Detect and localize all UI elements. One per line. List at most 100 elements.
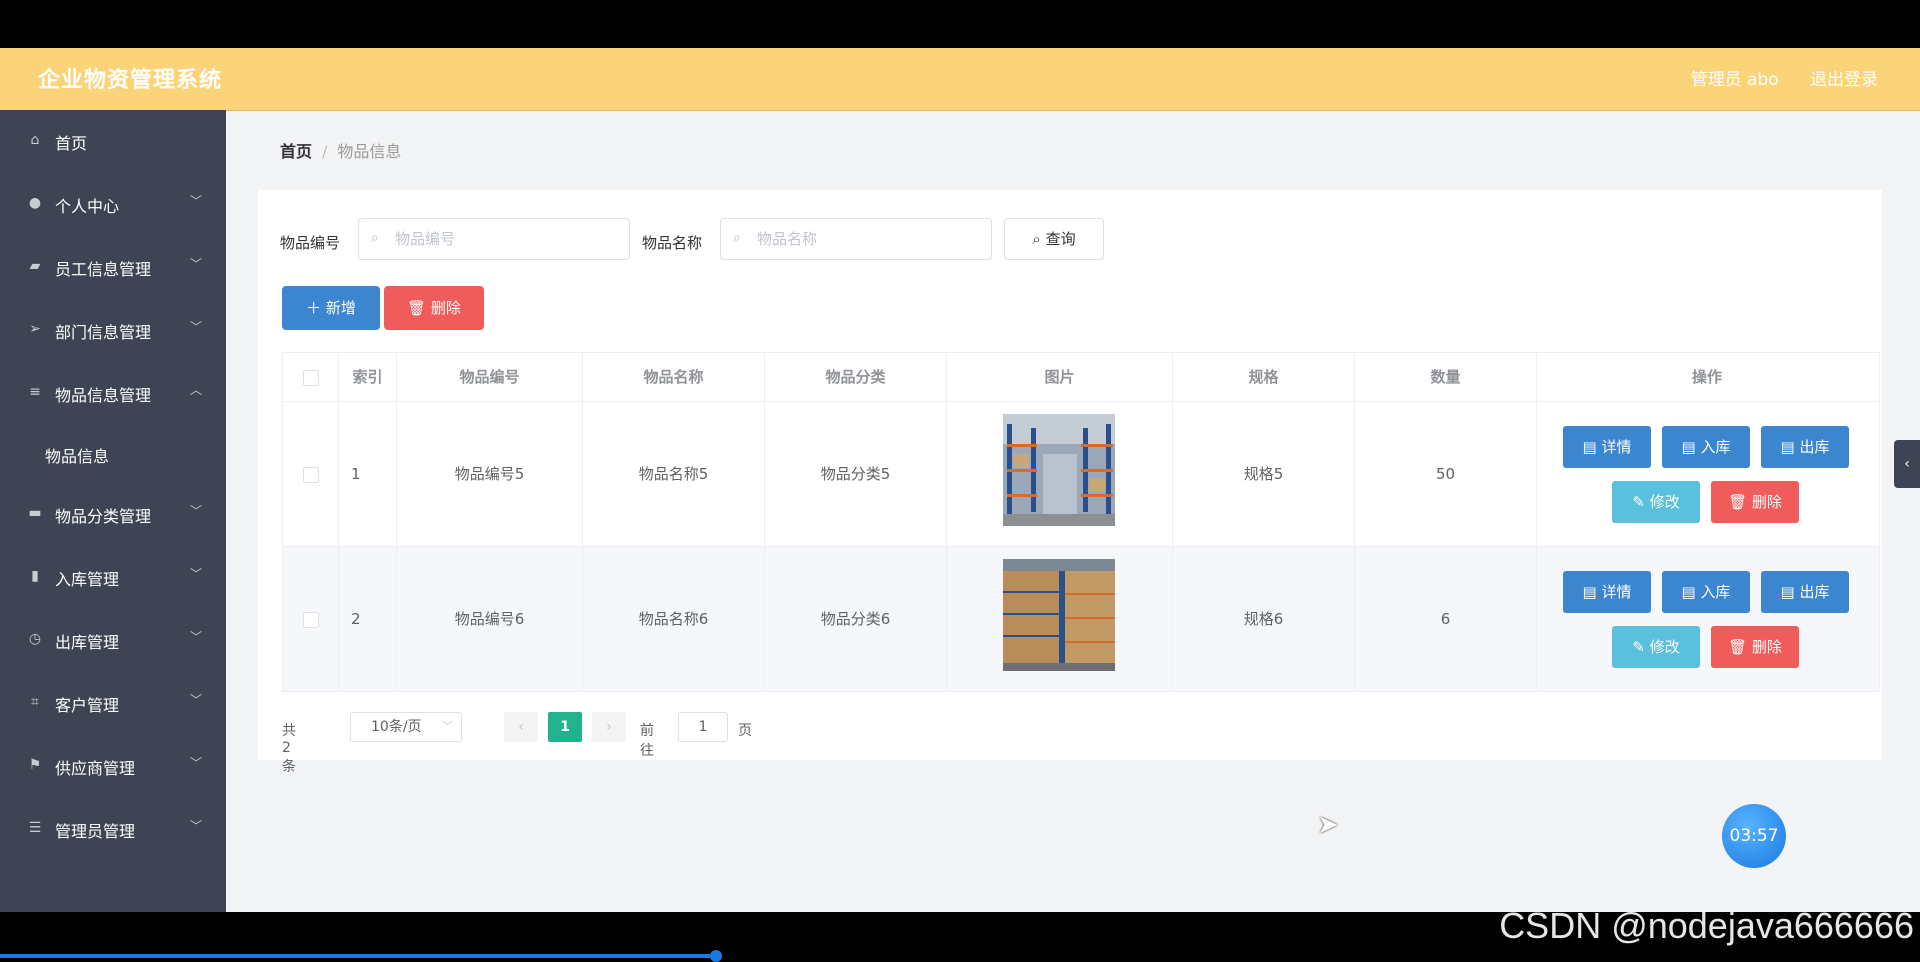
chevron-left-icon: ‹ <box>518 719 524 735</box>
list-icon: ≡ <box>29 384 41 400</box>
row-actions: ▤ 详情 ▤ 入库 ▤ 出库 ✎ 修改 🗑 删除 <box>1537 547 1877 691</box>
code-search-field[interactable]: ⌕ <box>358 218 630 260</box>
table-row: 1 物品编号5 物品名称5 物品分类5 规格5 50 ▤ 详情 ▤ 入库 ▤ 出… <box>283 402 1879 547</box>
column-header: 操作 <box>1691 368 1722 386</box>
row-checkbox[interactable] <box>302 611 319 628</box>
query-button[interactable]: ⌕ 查询 <box>1004 218 1104 260</box>
image-cell <box>947 547 1173 691</box>
page-number-current[interactable]: 1 <box>548 712 582 742</box>
detail-button[interactable]: ▤ 详情 <box>1563 571 1651 613</box>
qty-cell: 6 <box>1355 547 1537 691</box>
spec-cell: 规格5 <box>1173 402 1355 546</box>
sidebar-subitem-goods-info[interactable]: 物品信息 <box>0 425 226 483</box>
monitor-icon: ▬ <box>28 505 42 521</box>
sidebar-item-goods[interactable]: ≡ 物品信息管理 ︿ <box>0 362 226 425</box>
sidebar-item-label: 物品信息管理 <box>55 386 152 405</box>
image-cell <box>947 402 1173 546</box>
sidebar-item-staff[interactable]: ▰ 员工信息管理 ﹀ <box>0 236 226 299</box>
stock-out-label: 出库 <box>1799 438 1830 456</box>
page-suffix: 页 <box>738 723 752 739</box>
edit-label: 修改 <box>1649 493 1680 511</box>
prev-page-button[interactable]: ‹ <box>504 712 538 742</box>
stock-out-button[interactable]: ▤ 出库 <box>1761 426 1849 468</box>
sidebar-item-stock-in[interactable]: ▮ 入库管理 ﹀ <box>0 546 226 609</box>
category-cell: 物品分类5 <box>765 402 947 546</box>
code-search-input[interactable] <box>393 229 617 249</box>
column-header: 数量 <box>1355 353 1537 401</box>
index-cell: 1 <box>339 402 397 546</box>
trash-icon: 🗑 <box>1728 638 1752 656</box>
chevron-up-icon: ︿ <box>189 383 202 397</box>
detail-button[interactable]: ▤ 详情 <box>1563 426 1651 468</box>
crop-icon: ⌗ <box>31 694 39 710</box>
sidebar-item-category[interactable]: ▬ 物品分类管理 ﹀ <box>0 483 226 546</box>
stock-in-label: 入库 <box>1700 438 1731 456</box>
row-select-cell[interactable] <box>283 547 339 691</box>
briefcase-icon: ▰ <box>29 258 41 274</box>
sidebar-item-label: 供应商管理 <box>55 759 136 778</box>
query-button-label: 查询 <box>1045 230 1076 248</box>
stock-out-button[interactable]: ▤ 出库 <box>1761 571 1849 613</box>
edit-icon: ✎ <box>1632 493 1650 511</box>
column-header: 物品编号 <box>397 353 583 401</box>
sidebar-item-stock-out[interactable]: ◷ 出库管理 ﹀ <box>0 609 226 672</box>
chevron-down-icon: ﹀ <box>189 819 202 833</box>
app-window: 企业物资管理系统 管理员 abo 退出登录 ⌂ 首页 ● 个人中心 ﹀ ▰ 员工… <box>0 48 1920 912</box>
code-filter-label: 物品编号 <box>280 234 341 252</box>
stock-in-button[interactable]: ▤ 入库 <box>1662 571 1750 613</box>
warehouse-image[interactable] <box>1003 414 1115 526</box>
name-filter-label: 物品名称 <box>642 234 703 252</box>
select-all-checkbox[interactable] <box>302 369 319 386</box>
logout-link[interactable]: 退出登录 <box>1810 70 1878 90</box>
bulk-delete-button[interactable]: 🗑 删除 <box>384 286 484 330</box>
collapse-panel-tab[interactable]: ‹ <box>1894 440 1920 488</box>
chevron-down-icon: ﹀ <box>189 194 202 208</box>
row-select-cell[interactable] <box>283 402 339 546</box>
sidebar: ⌂ 首页 ● 个人中心 ﹀ ▰ 员工信息管理 ﹀ ➢ 部门信息管理 ﹀ ≡ 物品… <box>0 110 226 912</box>
column-header: 规格 <box>1173 353 1355 401</box>
sidebar-item-supplier[interactable]: ⚑ 供应商管理 ﹀ <box>0 735 226 798</box>
name-search-input[interactable] <box>755 229 979 249</box>
chevron-down-icon: ﹀ <box>189 257 202 271</box>
goto-page-input[interactable]: 1 <box>678 712 728 742</box>
next-page-button[interactable]: › <box>592 712 626 742</box>
spec-cell: 规格6 <box>1173 547 1355 691</box>
add-button[interactable]: ＋ 新增 <box>282 286 380 330</box>
stock-in-label: 入库 <box>1700 583 1731 601</box>
sidebar-item-admin[interactable]: ☰ 管理员管理 ﹀ <box>0 798 226 861</box>
column-header: 图片 <box>947 353 1173 401</box>
delete-button[interactable]: 🗑 删除 <box>1711 481 1799 523</box>
trash-icon: 🗑 <box>407 299 431 317</box>
file-icon: ▤ <box>1681 438 1701 456</box>
sidebar-item-customer[interactable]: ⌗ 客户管理 ﹀ <box>0 672 226 735</box>
breadcrumb-home[interactable]: 首页 <box>280 142 312 161</box>
video-progress-handle[interactable] <box>710 950 722 962</box>
file-icon: ▤ <box>1780 583 1800 601</box>
search-icon: ⌕ <box>733 230 741 246</box>
sidebar-item-department[interactable]: ➢ 部门信息管理 ﹀ <box>0 299 226 362</box>
edit-button[interactable]: ✎ 修改 <box>1612 626 1700 668</box>
name-search-field[interactable]: ⌕ <box>720 218 992 260</box>
row-checkbox[interactable] <box>302 466 319 483</box>
home-icon: ⌂ <box>30 132 40 148</box>
stock-out-label: 出库 <box>1799 583 1830 601</box>
chevron-right-icon: › <box>606 719 612 735</box>
chevron-down-icon: ﹀ <box>442 720 453 733</box>
video-progress-bar[interactable] <box>0 954 716 958</box>
sidebar-item-personal-center[interactable]: ● 个人中心 ﹀ <box>0 173 226 236</box>
page-size-value: 10条/页 <box>371 719 422 735</box>
stock-in-button[interactable]: ▤ 入库 <box>1662 426 1750 468</box>
breadcrumb: 首页 / 物品信息 <box>280 138 401 162</box>
bar-chart-icon: ▮ <box>31 568 39 584</box>
column-header: 索引 <box>339 353 397 401</box>
file-icon: ▤ <box>1780 438 1800 456</box>
page-size-select[interactable]: 10条/页 ﹀ <box>350 712 462 742</box>
video-top-bar <box>0 0 1920 48</box>
sidebar-item-home[interactable]: ⌂ 首页 <box>0 110 226 173</box>
select-all-cell[interactable] <box>283 353 339 401</box>
delete-button[interactable]: 🗑 删除 <box>1711 626 1799 668</box>
chevron-down-icon: ﹀ <box>189 630 202 644</box>
edit-button[interactable]: ✎ 修改 <box>1612 481 1700 523</box>
delete-label: 删除 <box>1751 493 1782 511</box>
warehouse-image[interactable] <box>1003 559 1115 671</box>
